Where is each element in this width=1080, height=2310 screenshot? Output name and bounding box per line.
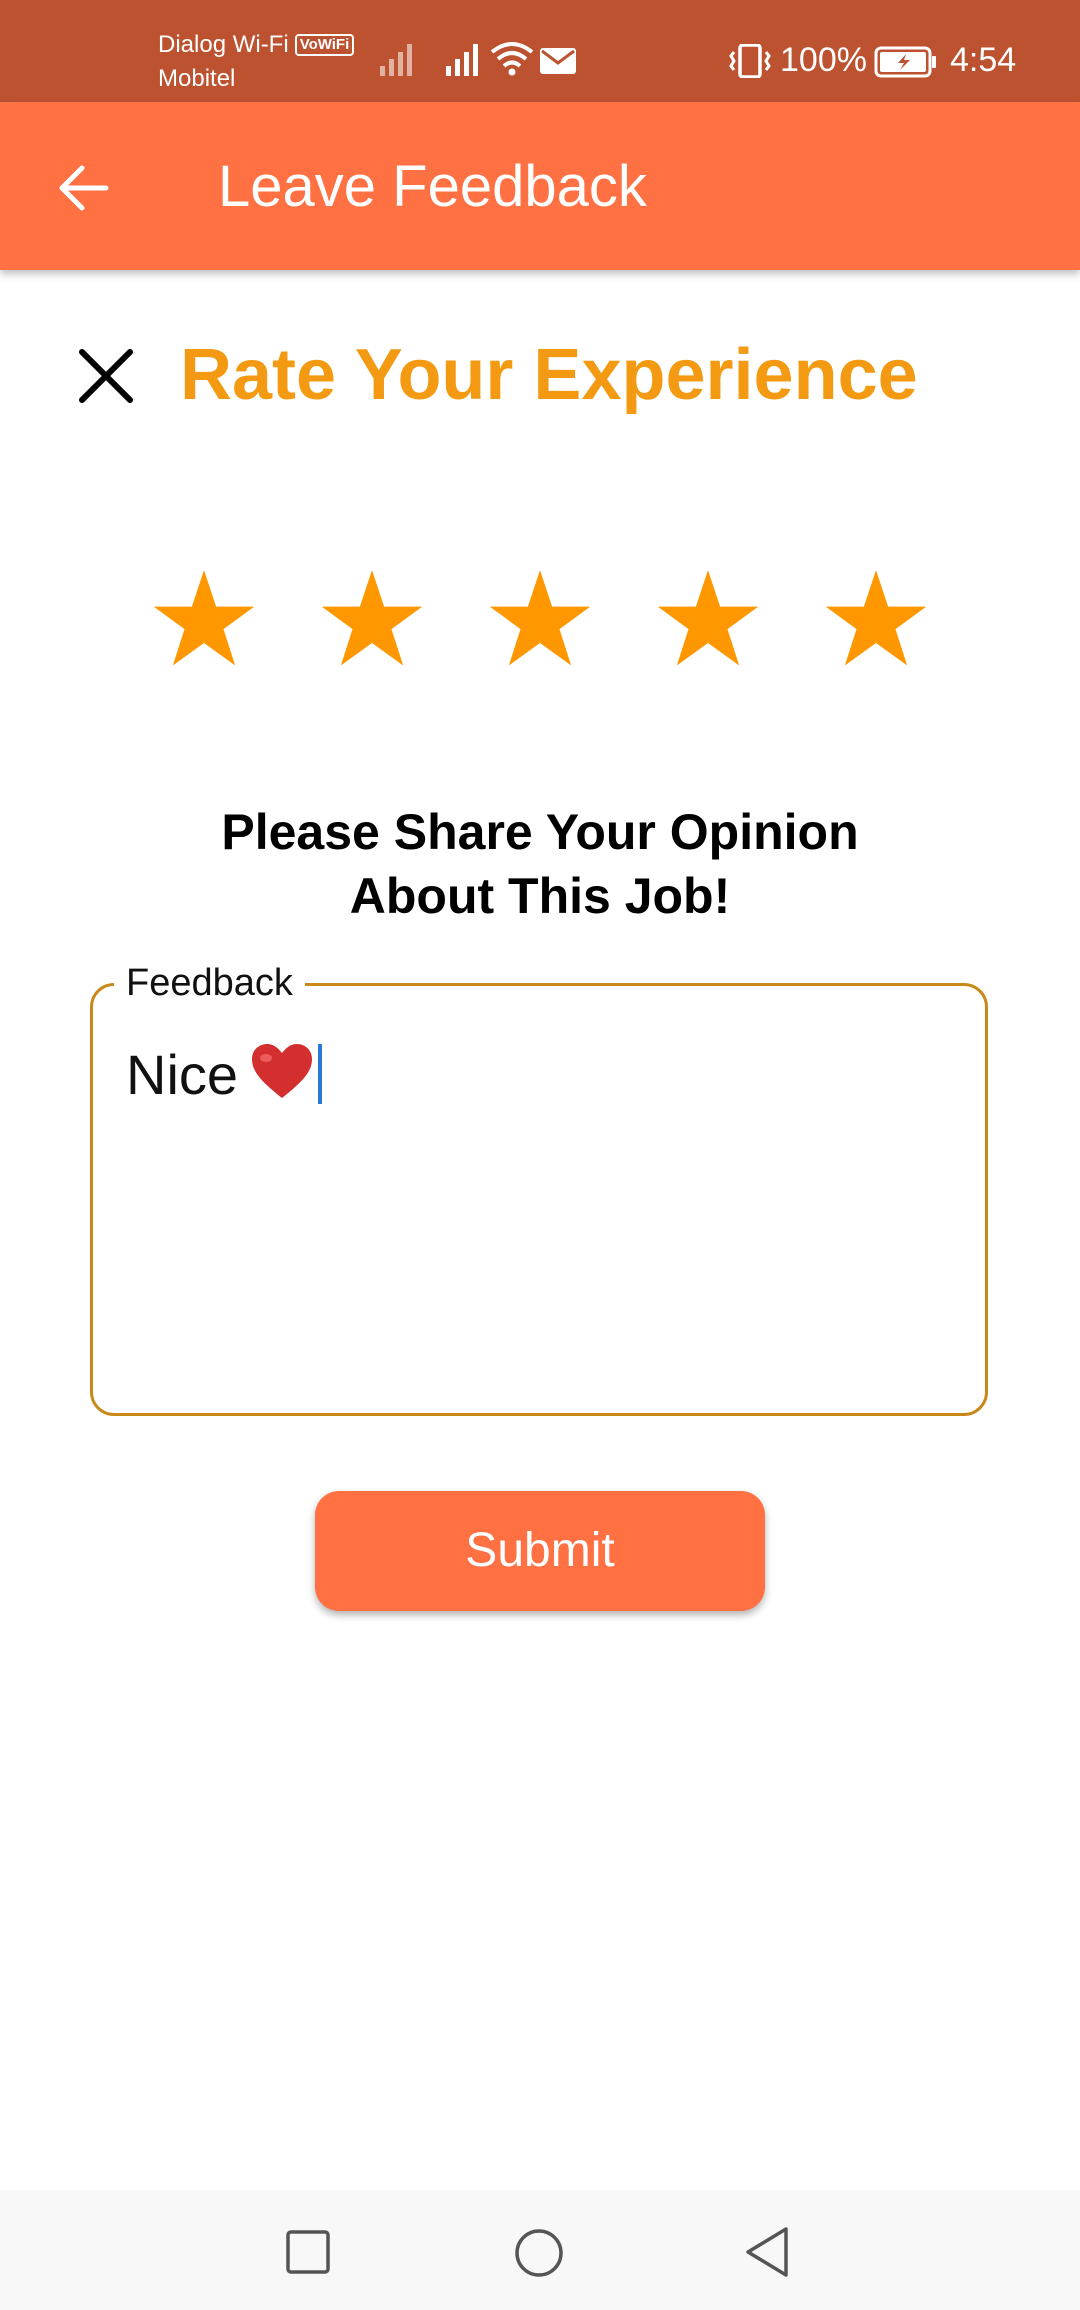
submit-button[interactable]: Submit [315, 1491, 765, 1611]
star-icon [153, 570, 255, 666]
star-2[interactable] [320, 570, 424, 670]
clock: 4:54 [950, 41, 1017, 79]
feedback-value: Nice [126, 1043, 239, 1106]
prompt-line-1: Please Share Your Opinion [221, 804, 859, 860]
page-title: Leave Feedback [218, 154, 647, 219]
signal-icon [446, 42, 482, 81]
navigation-bar [0, 2190, 1080, 2310]
star-5[interactable] [824, 570, 928, 670]
close-icon [79, 349, 133, 403]
recent-apps-icon[interactable] [286, 2230, 330, 2279]
carrier-info: Dialog Wi-Fi VoWiFi Mobitel [158, 28, 355, 96]
status-bar: Dialog Wi-Fi VoWiFi Mobitel 100% 4:54 [0, 0, 1080, 102]
battery-charging-icon [874, 46, 938, 83]
back-button[interactable] [52, 156, 116, 220]
text-cursor [318, 1044, 323, 1104]
rating-title: Rate Your Experience [180, 335, 918, 415]
carrier-primary: Dialog Wi-Fi [158, 31, 289, 58]
wifi-icon [490, 40, 534, 81]
prompt-line-2: About This Job! [349, 868, 731, 924]
close-button[interactable] [76, 346, 136, 406]
star-icon [321, 570, 423, 666]
star-icon [657, 570, 759, 666]
feedback-prompt: Please Share Your Opinion About This Job… [140, 800, 940, 928]
arrow-left-icon [59, 165, 109, 211]
star-1[interactable] [152, 570, 256, 670]
star-icon [825, 570, 927, 666]
feedback-label: Feedback [114, 960, 305, 1006]
star-3[interactable] [488, 570, 592, 670]
vibrate-icon [728, 43, 772, 83]
back-icon[interactable] [744, 2226, 790, 2283]
red-heart-icon [250, 1042, 314, 1114]
carrier-secondary: Mobitel [158, 65, 236, 92]
feedback-input[interactable]: Nice [126, 1042, 323, 1114]
signal-icon [380, 42, 416, 81]
mail-icon [540, 48, 576, 79]
battery-percent: 100% [780, 41, 867, 79]
app-bar: Leave Feedback [0, 102, 1080, 270]
vowifi-badge: VoWiFi [294, 34, 355, 56]
home-icon[interactable] [514, 2228, 564, 2283]
star-4[interactable] [656, 570, 760, 670]
star-icon [489, 570, 591, 666]
